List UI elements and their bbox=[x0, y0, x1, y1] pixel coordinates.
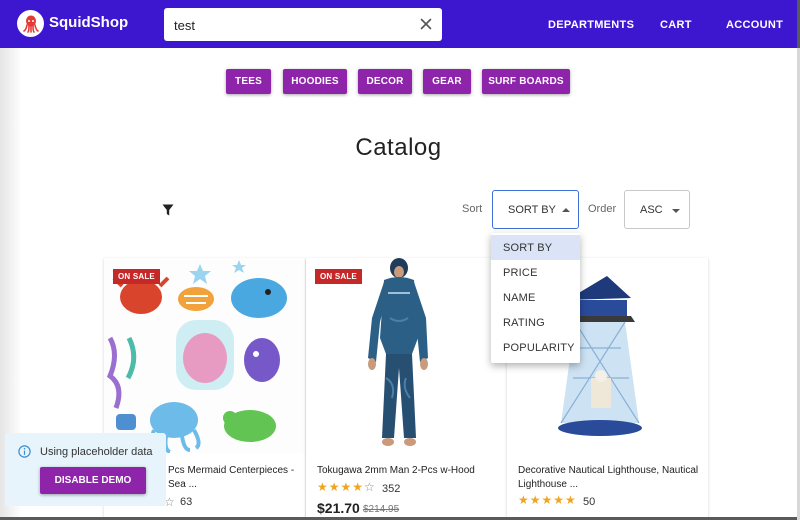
category-chip-hoodies[interactable]: HOODIES bbox=[283, 69, 347, 94]
category-chip-surf-boards[interactable]: SURF BOARDS bbox=[482, 69, 570, 94]
product-name[interactable]: Tokugawa 2mm Man 2-Pcs w-Hood bbox=[317, 464, 501, 478]
product-price: $21.70 bbox=[317, 500, 360, 516]
product-image-mermaid-decor[interactable] bbox=[104, 258, 305, 453]
product-name[interactable]: Decorative Nautical Lighthouse, Nautical… bbox=[518, 464, 702, 492]
sort-option-name[interactable]: NAME bbox=[491, 285, 580, 310]
sort-label: Sort bbox=[462, 203, 483, 215]
sort-select[interactable]: SORT BY bbox=[492, 190, 579, 229]
brand-name[interactable]: SquidShop bbox=[49, 14, 128, 31]
product-name[interactable]: Pcs Mermaid Centerpieces - Sea ... bbox=[168, 464, 303, 492]
category-chip-tees[interactable]: TEES bbox=[226, 69, 271, 94]
star-icon: ★★★★ bbox=[317, 480, 365, 494]
nav-cart[interactable]: CART bbox=[660, 19, 692, 31]
caret-down-icon bbox=[672, 209, 680, 213]
sort-option-popularity[interactable]: POPULARITY bbox=[491, 335, 580, 360]
nav-departments[interactable]: DEPARTMENTS bbox=[548, 19, 634, 31]
order-label: Order bbox=[588, 203, 617, 215]
product-old-price: $214.95 bbox=[363, 504, 400, 515]
rating-stars: ★★★★★ bbox=[518, 493, 577, 507]
star-icon: ★★★★★ bbox=[518, 493, 577, 507]
review-count: 63 bbox=[180, 496, 193, 508]
app-window: SquidShop DEPARTMENTS CART ACCOUNT TEES … bbox=[0, 0, 797, 517]
star-empty-icon: ☆ bbox=[364, 480, 376, 494]
category-chip-gear[interactable]: GEAR bbox=[423, 69, 471, 94]
review-count: 352 bbox=[382, 483, 401, 495]
on-sale-badge: ON SALE bbox=[113, 269, 160, 284]
sort-option-sort-by[interactable]: SORT BY bbox=[491, 235, 580, 260]
review-count: 50 bbox=[583, 496, 596, 508]
info-icon bbox=[18, 445, 31, 458]
app-bar: SquidShop DEPARTMENTS CART ACCOUNT bbox=[0, 0, 797, 48]
category-chip-decor[interactable]: DECOR bbox=[358, 69, 412, 94]
sort-menu: SORT BY PRICE NAME RATING POPULARITY bbox=[491, 233, 580, 363]
toast-message: Using placeholder data bbox=[40, 446, 153, 458]
rating-stars: ★★★★☆ bbox=[317, 480, 376, 494]
sort-option-rating[interactable]: RATING bbox=[491, 310, 580, 335]
close-icon[interactable] bbox=[418, 16, 434, 32]
sort-select-value: SORT BY bbox=[508, 204, 556, 216]
nav-account[interactable]: ACCOUNT bbox=[726, 19, 783, 31]
search-box bbox=[164, 8, 442, 41]
squid-logo-icon[interactable] bbox=[17, 10, 44, 37]
product-image-wetsuit[interactable] bbox=[306, 258, 507, 453]
disable-demo-button[interactable]: DISABLE DEMO bbox=[40, 467, 146, 494]
caret-up-icon bbox=[562, 208, 570, 212]
page-title: Catalog bbox=[355, 134, 442, 161]
filter-icon[interactable] bbox=[162, 203, 174, 216]
order-select[interactable]: ASC bbox=[624, 190, 690, 229]
order-select-value: ASC bbox=[640, 204, 663, 216]
sort-option-price[interactable]: PRICE bbox=[491, 260, 580, 285]
demo-toast: Using placeholder data DISABLE DEMO bbox=[5, 433, 166, 506]
product-card-wetsuit[interactable]: ON SALE Tokugawa 2mm Man 2-Pcs w-Hood ★★… bbox=[306, 258, 507, 517]
on-sale-badge: ON SALE bbox=[315, 269, 362, 284]
search-input[interactable] bbox=[174, 14, 414, 36]
